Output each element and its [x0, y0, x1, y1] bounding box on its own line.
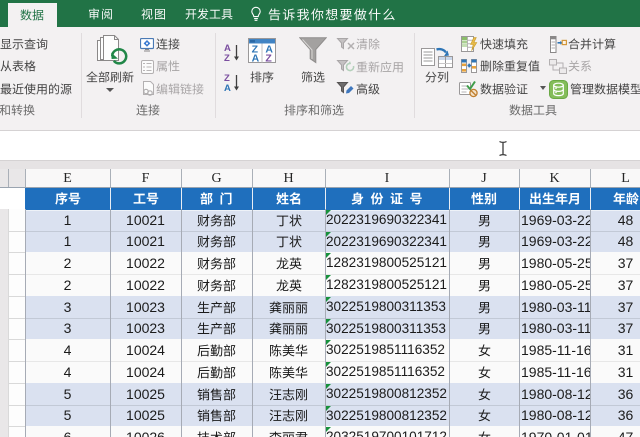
svg-text:A: A	[224, 83, 231, 92]
svg-text:Z: Z	[265, 53, 272, 64]
svg-text:Z: Z	[224, 53, 230, 62]
svg-text:A: A	[252, 53, 260, 64]
